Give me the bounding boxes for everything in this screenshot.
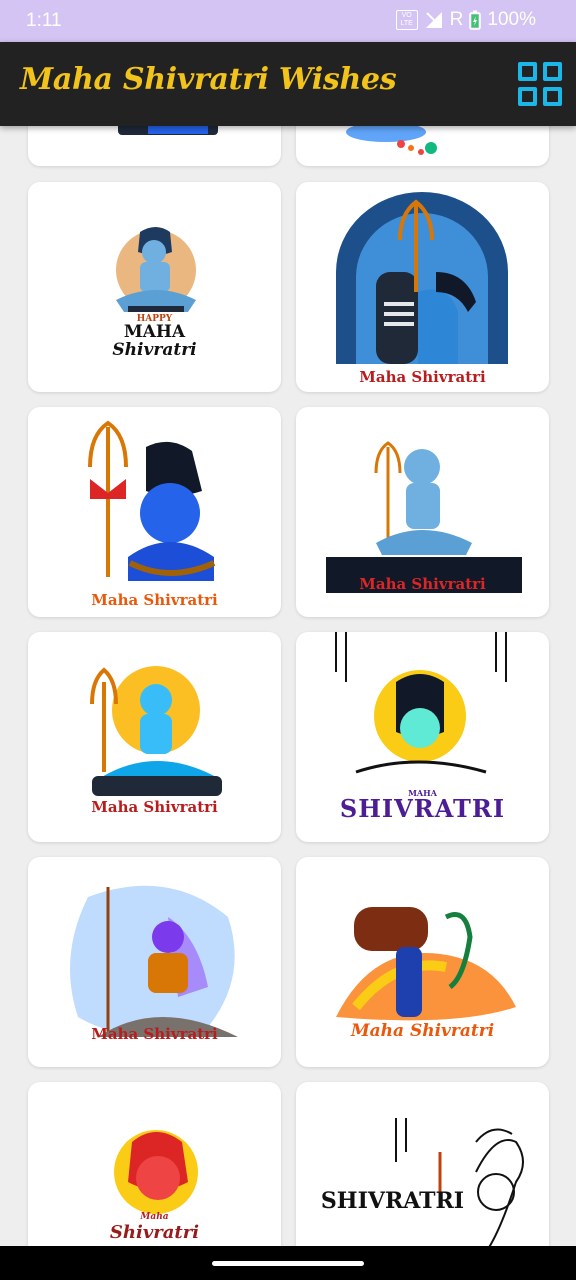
- roaming-indicator: R: [449, 9, 464, 30]
- shiva-image: [116, 227, 196, 312]
- card-caption: Maha Shivratri: [350, 1021, 495, 1041]
- wish-card[interactable]: Maha Shivratri: [28, 407, 281, 617]
- wish-card[interactable]: Maha Shivratri: [296, 857, 549, 1067]
- card-caption: Shivratri: [109, 1222, 200, 1243]
- volte-icon: VO LTE: [395, 10, 418, 30]
- wish-card[interactable]: SHIVRATRI: [296, 1082, 549, 1246]
- wish-card[interactable]: Maha Shivratri: [28, 632, 281, 842]
- card-caption: SHIVRATRI: [320, 1188, 465, 1214]
- grid-view-icon[interactable]: [518, 62, 562, 106]
- wish-card[interactable]: MAHA SHIVRATRI: [296, 632, 549, 842]
- card-caption: Maha Shivratri: [91, 1025, 218, 1043]
- card-caption-mid: MAHA: [123, 322, 186, 342]
- app-bar: Maha Shivratri Wishes: [0, 42, 576, 126]
- status-time: 1:11: [26, 10, 62, 31]
- card-caption: Maha Shivratri: [91, 591, 218, 609]
- wish-card[interactable]: Maha Shivratri: [296, 182, 549, 392]
- wish-card[interactable]: HAPPY MAHA Shivratri: [28, 182, 281, 392]
- navigation-bar: [0, 1246, 576, 1280]
- shiva-image: [118, 126, 218, 135]
- wish-card[interactable]: Maha Shivratri: [28, 1082, 281, 1246]
- shiva-image: [88, 420, 216, 581]
- shiva-image: [346, 126, 437, 155]
- card-caption-top: Maha: [140, 1212, 169, 1222]
- status-bar: 1:11 VO LTE R 100%: [0, 0, 576, 42]
- battery-percent: 100%: [487, 9, 536, 30]
- card-caption: Maha Shivratri: [359, 368, 486, 386]
- card-caption: SHIVRATRI: [339, 794, 506, 823]
- app-title: Maha Shivratri Wishes: [20, 62, 397, 97]
- wish-card[interactable]: Maha Shivratri: [28, 857, 281, 1067]
- shiva-image: [395, 1118, 524, 1246]
- shiva-image: [336, 192, 508, 364]
- card-caption: Shivratri: [112, 340, 197, 360]
- wish-card[interactable]: Maha Shivratri: [296, 407, 549, 617]
- wishes-grid[interactable]: HAPPY MAHA Shivratri Maha Shivratri Maha…: [0, 126, 576, 1246]
- wish-card[interactable]: [296, 126, 549, 166]
- status-icons: VO LTE R 100%: [395, 9, 536, 31]
- card-caption: Maha Shivratri: [359, 575, 486, 593]
- battery-icon: [469, 10, 482, 30]
- signal-icon: [424, 10, 444, 30]
- wish-card[interactable]: [28, 126, 281, 166]
- card-caption: Maha Shivratri: [91, 798, 218, 816]
- home-gesture-handle[interactable]: [212, 1261, 364, 1266]
